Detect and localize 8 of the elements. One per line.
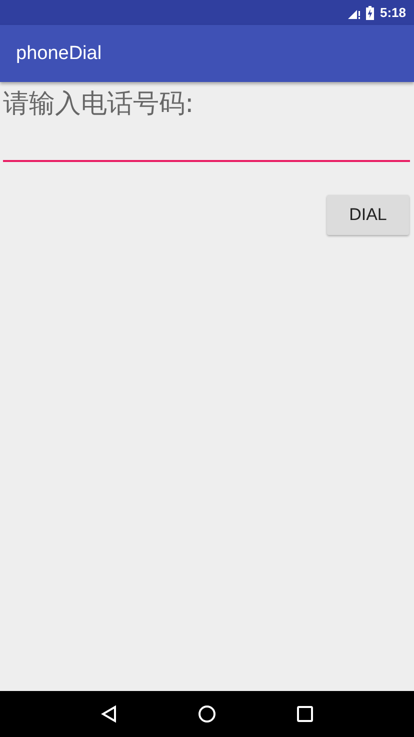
phone-prompt: 请输入电话号码: [3, 88, 195, 120]
app-title: phoneDial [16, 42, 102, 64]
home-icon[interactable] [198, 705, 216, 723]
battery-charging-icon [366, 6, 374, 20]
recents-icon[interactable] [297, 706, 314, 722]
dial-button[interactable]: DIAL [327, 195, 409, 235]
back-icon[interactable] [100, 705, 117, 723]
status-time: 5:18 [380, 5, 406, 20]
